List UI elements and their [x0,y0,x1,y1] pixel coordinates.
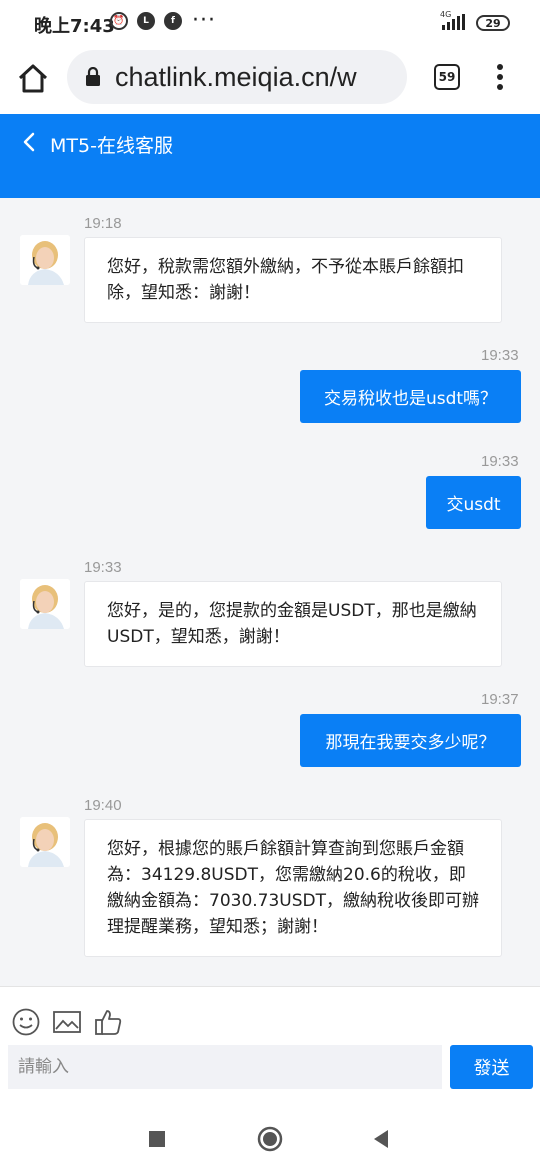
back-nav-icon[interactable] [368,1126,394,1152]
agent-avatar [20,579,70,629]
status-time: 晚上7:43 [34,16,115,37]
battery-level: 29 [485,16,501,30]
signal-icon: 4G [440,10,465,30]
outgoing-message: 那現在我要交多少呢？ [300,714,521,767]
image-upload-icon[interactable] [52,1007,82,1037]
more-notifications-icon: ··· [192,8,216,33]
line-app-icon: L [137,12,155,30]
incoming-message: 您好，根據您的賬戶餘額計算查詢到您賬戶金額為：34129.8USDT，您需繳納2… [84,819,502,957]
lock-icon [86,67,100,86]
chat-header: MT5-在线客服 [0,114,540,198]
send-button[interactable]: 發送 [450,1045,533,1089]
message-list[interactable]: 19:18 您好，稅款需您額外繳納，不予從本賬戶餘額扣除，望知悉：謝謝！ 19:… [0,198,540,986]
chat-title: MT5-在线客服 [50,135,173,157]
message-input[interactable] [8,1045,442,1089]
status-bar: 晚上7:43 ⏰ L f ··· 4G 29 [0,0,540,44]
network-type-label: 4G [440,10,452,19]
message-timestamp: 19:40 [84,797,122,814]
composer: 發送 [0,986,540,1106]
outgoing-message: 交易稅收也是usdt嗎？ [300,370,521,423]
message-timestamp: 19:18 [84,215,122,232]
back-icon[interactable] [20,132,40,152]
emoji-icon[interactable] [11,1007,41,1037]
message-timestamp: 19:33 [481,453,519,470]
incoming-message: 您好，是的，您提款的金額是USDT，那也是繳納USDT，望知悉，謝謝！ [84,581,502,667]
agent-avatar [20,235,70,285]
notification-icons: ⏰ L f [110,12,182,30]
url-text: chatlink.meiqia.cn/w [115,62,357,92]
agent-avatar [20,817,70,867]
address-bar[interactable]: chatlink.meiqia.cn/w [67,50,407,104]
thumbs-up-icon[interactable] [93,1007,123,1037]
facebook-icon: f [164,12,182,30]
tab-switcher-button[interactable]: 59 [434,64,460,90]
message-timestamp: 19:33 [481,347,519,364]
recents-icon[interactable] [144,1126,170,1152]
message-timestamp: 19:33 [84,559,122,576]
outgoing-message: 交usdt [426,476,521,529]
system-nav-bar [0,1106,540,1170]
battery-icon: 29 [476,15,510,31]
home-icon[interactable] [16,62,50,96]
message-timestamp: 19:37 [481,691,519,708]
alarm-icon: ⏰ [110,12,128,30]
incoming-message: 您好，稅款需您額外繳納，不予從本賬戶餘額扣除，望知悉：謝謝！ [84,237,502,323]
home-nav-icon[interactable] [257,1126,283,1152]
overflow-menu-icon[interactable] [492,62,508,92]
browser-toolbar: chatlink.meiqia.cn/w 59 [0,44,540,114]
